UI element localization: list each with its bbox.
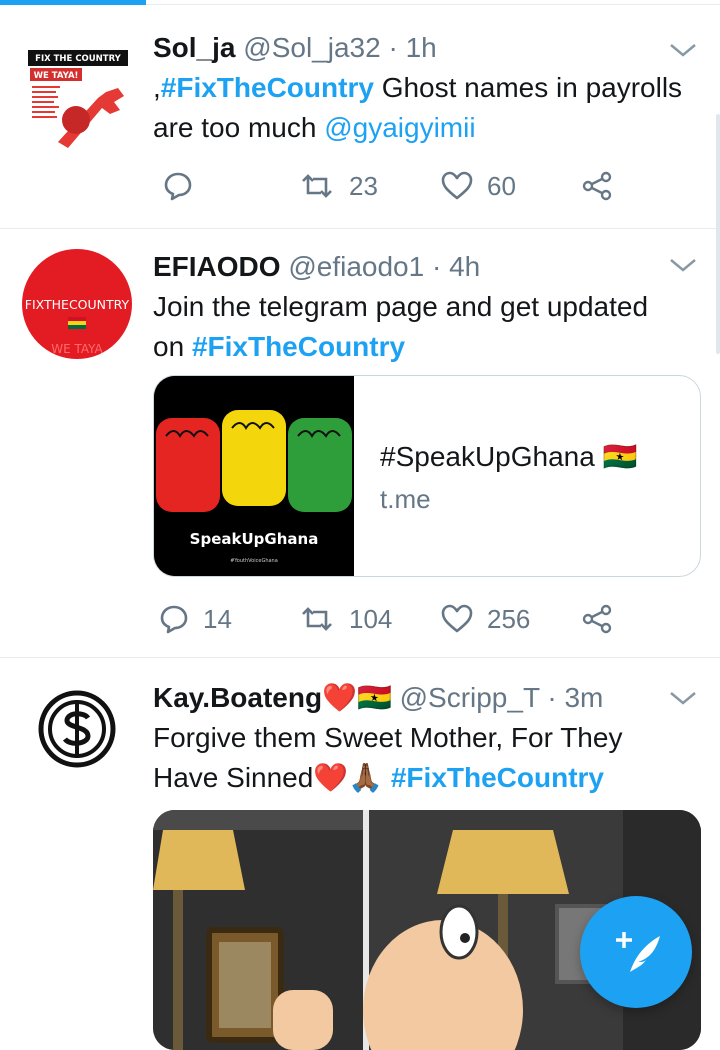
- svg-text:FIXTHECOUNTRY: FIXTHECOUNTRY: [25, 297, 130, 312]
- hashtag-link[interactable]: #FixTheCountry: [161, 72, 374, 103]
- tweet-header: Kay.Boateng❤️🇬🇭 @Scripp_T · 3m: [153, 682, 604, 713]
- compose-tweet-icon: [616, 932, 660, 972]
- svg-text:WE TAYA!: WE TAYA!: [34, 71, 79, 81]
- scrollbar[interactable]: [716, 114, 720, 354]
- display-name[interactable]: EFIAODO: [153, 251, 281, 282]
- like-button[interactable]: 256: [441, 599, 530, 639]
- chevron-down-icon[interactable]: [668, 255, 698, 275]
- reply-button[interactable]: 14: [159, 599, 232, 639]
- timestamp[interactable]: 3m: [564, 682, 603, 713]
- avatar[interactable]: FIXTHECOUNTRY WE TAYA: [22, 249, 132, 359]
- like-button[interactable]: 60: [441, 166, 516, 206]
- fix-the-country-logo-icon: FIX THE COUNTRY WE TAYA!: [28, 50, 128, 148]
- svg-text:SpeakUpGhana: SpeakUpGhana: [190, 530, 319, 548]
- timestamp[interactable]: 1h: [406, 32, 437, 63]
- dollar-coin-logo-icon: [38, 690, 116, 768]
- display-name[interactable]: Sol_ja: [153, 32, 235, 63]
- tweet-actions: 14 104 256: [153, 599, 673, 639]
- share-button[interactable]: [581, 166, 613, 206]
- tweet-text: ,#FixTheCountry Ghost names in payrolls …: [153, 72, 683, 143]
- chevron-down-icon[interactable]: [668, 688, 698, 708]
- tweet-1[interactable]: FIX THE COUNTRY WE TAYA! Sol_ja @Sol_ja3…: [0, 8, 720, 229]
- tweet-header: Sol_ja @Sol_ja32 · 1h: [153, 32, 437, 63]
- compose-tweet-button[interactable]: [580, 896, 692, 1008]
- retweet-icon: [302, 607, 332, 631]
- svg-text:WE TAYA: WE TAYA: [51, 342, 103, 356]
- tweet-actions: 23 60: [153, 166, 673, 206]
- share-icon: [582, 604, 612, 634]
- raised-fists-image: SpeakUpGhana #YouthVoiceGhana: [154, 376, 354, 576]
- active-tab-underline: [0, 0, 146, 5]
- user-handle[interactable]: @Sol_ja32: [243, 32, 380, 63]
- mention-link[interactable]: @gyaigyimii: [324, 112, 475, 143]
- like-icon: [441, 171, 473, 200]
- like-icon: [441, 604, 473, 633]
- top-tab-indicator: [0, 0, 720, 8]
- retweet-button[interactable]: 23: [299, 166, 378, 206]
- tweet-header: EFIAODO @efiaodo1 · 4h: [153, 251, 481, 282]
- card-domain: t.me: [380, 484, 431, 514]
- tweet-2[interactable]: FIXTHECOUNTRY WE TAYA EFIAODO @efiaodo1 …: [0, 229, 720, 658]
- svg-text:#YouthVoiceGhana: #YouthVoiceGhana: [230, 558, 278, 564]
- avatar[interactable]: FIX THE COUNTRY WE TAYA!: [28, 50, 128, 150]
- share-button[interactable]: [581, 599, 613, 639]
- timestamp[interactable]: 4h: [449, 251, 480, 282]
- tweet-text: Join the telegram page and get updated o…: [153, 291, 649, 362]
- hashtag-link[interactable]: #FixTheCountry: [192, 331, 405, 362]
- user-handle[interactable]: @efiaodo1: [288, 251, 424, 282]
- retweet-button[interactable]: 104: [299, 599, 392, 639]
- chevron-down-icon[interactable]: [668, 40, 698, 60]
- avatar[interactable]: [22, 674, 132, 784]
- user-handle[interactable]: @Scripp_T: [400, 682, 540, 713]
- hashtag-link[interactable]: #FixTheCountry: [391, 762, 604, 793]
- name-emoji: ❤️🇬🇭: [322, 682, 392, 713]
- reply-icon: [164, 172, 192, 201]
- fix-the-country-avatar-icon: FIXTHECOUNTRY WE TAYA: [25, 297, 130, 356]
- link-card[interactable]: SpeakUpGhana #YouthVoiceGhana #SpeakUpGh…: [153, 375, 701, 577]
- tweet-text: Forgive them Sweet Mother, For They Have…: [153, 722, 623, 793]
- display-name[interactable]: Kay.Boateng: [153, 682, 322, 713]
- card-thumbnail: SpeakUpGhana #YouthVoiceGhana: [154, 376, 354, 576]
- reply-button[interactable]: [163, 166, 207, 206]
- reply-icon: [160, 605, 188, 634]
- retweet-icon: [302, 174, 332, 198]
- card-title: #SpeakUpGhana 🇬🇭: [380, 441, 638, 472]
- share-icon: [582, 171, 612, 201]
- svg-text:FIX THE COUNTRY: FIX THE COUNTRY: [35, 54, 122, 64]
